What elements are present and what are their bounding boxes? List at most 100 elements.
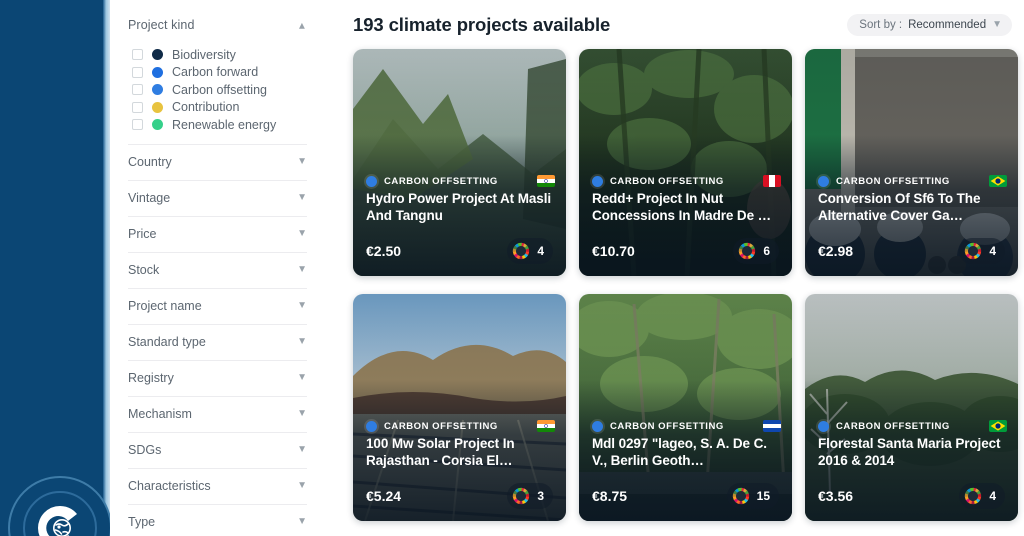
sidebar-item-mechanism[interactable]: Mechanism ▼ [128,397,307,432]
sdg-badge[interactable]: 4 [959,483,1005,509]
filter-option-label: Carbon offsetting [172,82,267,97]
filter-options-project-kind: Biodiversity Carbon forward Carbon offse… [128,40,307,144]
sort-by-value: Recommended [908,19,987,31]
filter-option-label: Carbon forward [172,65,259,80]
main-content: 193 climate projects available Sort by :… [325,0,1024,536]
chevron-down-icon: ▼ [297,336,307,347]
card-body: 100 Mw Solar Project In Rajasthan - Cors… [353,294,566,521]
filter-label: Standard type [128,335,206,349]
sidebar-item-country[interactable]: Country ▼ [128,145,307,180]
project-card[interactable]: CARBON OFFSETTING Redd+ Project In Nut C… [579,49,792,276]
project-price: €10.70 [592,243,635,259]
card-footer: €3.56 4 [818,483,1005,509]
sdg-badge[interactable]: 3 [507,483,553,509]
card-body: Hydro Power Project At Masli And Tangnu … [353,49,566,276]
card-footer: €5.24 3 [366,483,553,509]
card-body: Florestal Santa Maria Project 2016 & 201… [805,294,1018,521]
chevron-down-icon: ▼ [297,192,307,203]
card-footer: €2.50 4 [366,238,553,264]
filter-label: Country [128,155,172,169]
sdg-wheel-icon [738,242,756,260]
project-card[interactable]: CARBON OFFSETTING Conversion Of Sf6 To T… [805,49,1018,276]
sidebar-item-type[interactable]: Type ▼ [128,505,307,536]
sidebar-item-characteristics[interactable]: Characteristics ▼ [128,469,307,504]
card-footer: €2.98 4 [818,238,1005,264]
sdg-count: 6 [763,244,770,258]
project-price: €2.98 [818,243,854,259]
kind-color-dot [152,84,163,96]
chevron-down-icon: ▼ [297,516,307,527]
chevron-down-icon: ▼ [297,264,307,275]
kind-color-dot [152,119,163,131]
filter-option[interactable]: Carbon forward [132,64,307,82]
filter-label: Registry [128,371,174,385]
sdg-badge[interactable]: 15 [726,483,779,509]
checkbox[interactable] [132,84,143,96]
brand-logo-badge[interactable] [8,476,112,536]
app-root: Project kind ▼ Biodiversity Carbon forwa… [0,0,1024,536]
sidebar-item-price[interactable]: Price ▼ [128,217,307,252]
project-card[interactable]: CARBON OFFSETTING 100 Mw Solar Project I… [353,294,566,521]
sdg-wheel-icon [964,242,982,260]
project-title: 100 Mw Solar Project In Rajasthan - Cors… [366,436,515,468]
checkbox[interactable] [132,49,143,61]
chevron-down-icon: ▼ [297,408,307,419]
checkbox[interactable] [132,101,143,113]
card-footer: €8.75 15 [592,483,779,509]
chevron-down-icon: ▼ [297,228,307,239]
sdg-count: 15 [756,489,770,503]
sdg-wheel-icon [964,487,982,505]
sort-by-label: Sort by : [859,19,903,31]
sidebar-item-sdgs[interactable]: SDGs ▼ [128,433,307,468]
project-card[interactable]: CARBON OFFSETTING Hydro Power Project At… [353,49,566,276]
content-topbar: 193 climate projects available Sort by :… [353,0,1012,46]
filter-option-label: Renewable energy [172,117,277,132]
filter-label: Characteristics [128,479,211,493]
sdg-badge[interactable]: 4 [959,238,1005,264]
kind-color-dot [152,66,163,78]
project-price: €8.75 [592,488,628,504]
sdg-wheel-icon [512,242,530,260]
page-title: 193 climate projects available [353,14,611,35]
filter-label: Stock [128,263,160,277]
filter-option-label: Biodiversity [172,47,236,62]
checkbox[interactable] [132,119,143,131]
filter-option[interactable]: Renewable energy [132,116,307,134]
sort-by-dropdown[interactable]: Sort by : Recommended ▼ [847,14,1012,36]
globe-c-logo-icon [23,491,97,536]
sidebar-item-standard-type[interactable]: Standard type ▼ [128,325,307,360]
filter-option-label: Contribution [172,100,240,115]
filter-option[interactable]: Carbon offsetting [132,81,307,99]
sdg-badge[interactable]: 6 [733,238,779,264]
filter-group-project-kind: Project kind ▼ Biodiversity Carbon forwa… [128,0,307,144]
sidebar-item-registry[interactable]: Registry ▼ [128,361,307,396]
card-footer: €10.70 6 [592,238,779,264]
chevron-down-icon: ▼ [297,444,307,455]
sidebar-scrollbar[interactable] [103,0,110,536]
chevron-down-icon: ▼ [992,19,1002,30]
project-title: Hydro Power Project At Masli And Tangnu [366,191,551,223]
chevron-down-icon: ▼ [297,480,307,491]
filter-option[interactable]: Contribution [132,99,307,117]
filter-label: Type [128,515,156,529]
filters-sidebar: Project kind ▼ Biodiversity Carbon forwa… [110,0,325,536]
project-card-grid: CARBON OFFSETTING Hydro Power Project At… [353,46,1018,521]
chevron-down-icon: ▼ [297,372,307,383]
checkbox[interactable] [132,66,143,78]
project-price: €2.50 [366,243,402,259]
sdg-count: 4 [537,244,544,258]
project-card[interactable]: CARBON OFFSETTING Mdl 0297 "lageo, S. A.… [579,294,792,521]
filter-option[interactable]: Biodiversity [132,46,307,64]
project-card[interactable]: CARBON OFFSETTING Florestal Santa Maria … [805,294,1018,521]
chevron-up-icon: ▼ [297,20,307,31]
filter-header-project-kind[interactable]: Project kind ▼ [128,10,307,40]
sdg-wheel-icon [512,487,530,505]
project-title: Redd+ Project In Nut Concessions In Madr… [592,191,772,223]
sidebar-item-vintage[interactable]: Vintage ▼ [128,181,307,216]
sdg-wheel-icon [732,487,750,505]
sdg-badge[interactable]: 4 [507,238,553,264]
filter-label: Price [128,227,157,241]
sidebar-item-stock[interactable]: Stock ▼ [128,253,307,288]
sidebar-item-project-name[interactable]: Project name ▼ [128,289,307,324]
card-body: Mdl 0297 "lageo, S. A. De C. V., Berlin … [579,294,792,521]
